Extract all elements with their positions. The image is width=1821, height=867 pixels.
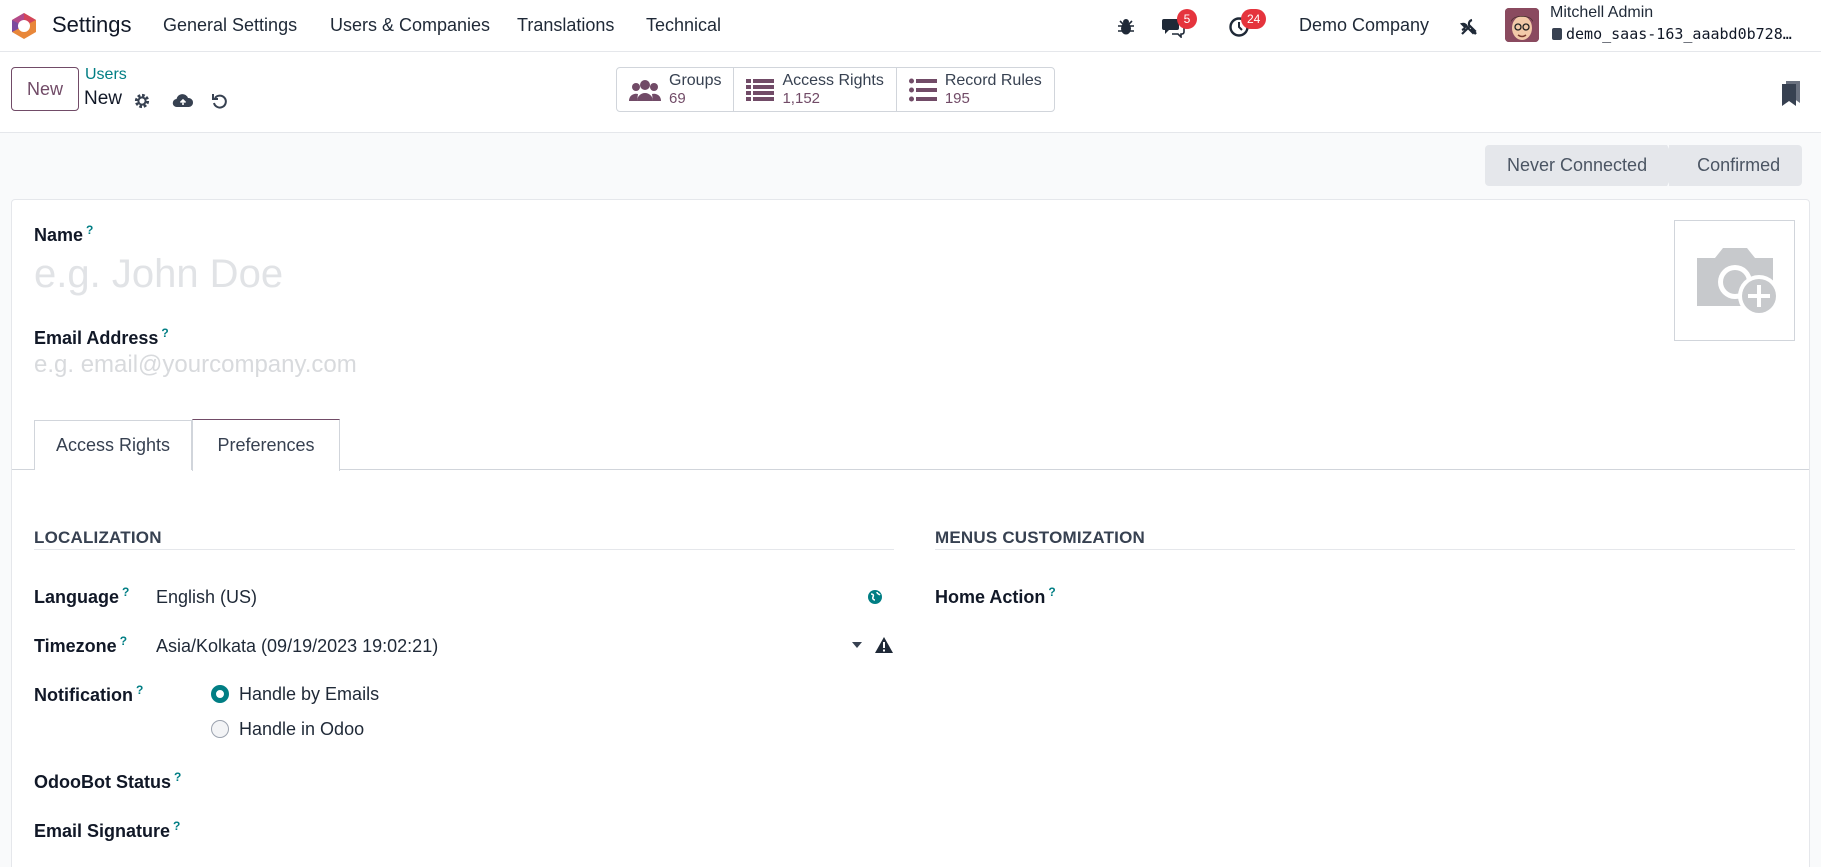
camera-add-icon [1696, 247, 1780, 317]
email-label-text: Email Address [34, 328, 159, 348]
menus-customization-divider [935, 549, 1795, 550]
breadcrumb-current: New [84, 88, 123, 109]
access-rights-count: 1,152 [782, 89, 821, 107]
notification-label: Notification? [34, 683, 143, 706]
menu-users-companies[interactable]: Users & Companies [330, 15, 490, 36]
discard-undo-icon[interactable] [208, 89, 232, 113]
app-title[interactable]: Settings [52, 12, 132, 38]
help-tooltip-icon[interactable]: ? [122, 585, 129, 599]
menu-technical[interactable]: Technical [646, 15, 721, 36]
email-input[interactable] [34, 350, 834, 380]
save-cloud-icon[interactable] [171, 89, 195, 113]
odoo-app-icon[interactable] [10, 12, 38, 40]
home-action-label: Home Action? [935, 585, 1056, 608]
help-tooltip-icon[interactable]: ? [174, 770, 181, 784]
list-icon [746, 78, 775, 101]
notification-email-label[interactable]: Handle by Emails [239, 684, 379, 705]
access-rights-label: Access Rights [782, 71, 884, 89]
smart-buttons: Groups 69 Access Rights 1,152 Record Rul… [616, 67, 1055, 112]
globe-icon[interactable] [867, 589, 883, 605]
users-icon [629, 79, 661, 101]
help-tooltip-icon[interactable]: ? [1048, 585, 1055, 599]
language-label: Language? [34, 585, 129, 608]
notification-email-radio[interactable] [211, 685, 229, 703]
timezone-label: Timezone? [34, 634, 127, 657]
access-rights-smart-button[interactable]: Access Rights 1,152 [734, 68, 897, 111]
email-label: Email Address? [34, 326, 169, 349]
breadcrumb-users[interactable]: Users [85, 66, 127, 84]
messages-count-badge: 5 [1177, 9, 1197, 29]
chatter-bookmark-icon[interactable] [1780, 80, 1802, 106]
menu-translations[interactable]: Translations [517, 15, 614, 36]
help-tooltip-icon[interactable]: ? [173, 819, 180, 833]
name-label-text: Name [34, 225, 84, 245]
tab-preferences[interactable]: Preferences [192, 419, 340, 471]
stage-confirmed[interactable]: Confirmed [1669, 145, 1803, 186]
record-rules-count: 195 [944, 89, 970, 107]
activities-count-badge: 24 [1241, 9, 1267, 29]
form-sheet: Name? Email Address? Access Rights Prefe… [11, 199, 1810, 867]
warning-icon [874, 636, 894, 656]
chevron-down-icon[interactable] [852, 642, 862, 648]
photo-upload[interactable] [1674, 220, 1795, 341]
tab-access-rights[interactable]: Access Rights [34, 420, 192, 470]
record-rules-label: Record Rules [944, 71, 1042, 89]
email-signature-label: Email Signature? [34, 819, 180, 842]
language-label-text: Language [34, 587, 120, 607]
name-input[interactable] [34, 250, 1634, 298]
help-tooltip-icon[interactable]: ? [136, 683, 143, 697]
list-icon [908, 78, 937, 101]
gear-icon[interactable] [130, 89, 154, 113]
groups-count: 69 [669, 89, 686, 107]
notification-odoo-label[interactable]: Handle in Odoo [239, 719, 364, 740]
notification-odoo-radio[interactable] [211, 720, 229, 738]
groups-smart-button[interactable]: Groups 69 [617, 68, 735, 111]
user-name[interactable]: Mitchell Admin [1550, 4, 1653, 22]
email-signature-label-text: Email Signature [34, 821, 171, 841]
localization-divider [34, 549, 894, 550]
new-button[interactable]: New [11, 67, 79, 111]
help-tooltip-icon[interactable]: ? [120, 634, 127, 648]
control-panel: New Users New Groups 69 Access Rights 1,… [0, 52, 1821, 133]
timezone-label-text: Timezone [34, 636, 117, 656]
tools-icon[interactable] [1456, 14, 1482, 40]
odoobot-status-label: OdooBot Status? [34, 770, 181, 793]
name-label: Name? [34, 223, 93, 246]
user-avatar[interactable] [1505, 8, 1539, 42]
notebook-tabs: Access Rights Preferences [12, 419, 1809, 471]
help-tooltip-icon[interactable]: ? [86, 223, 93, 237]
status-bar: Never Connected Confirmed [1485, 145, 1803, 186]
menu-general-settings[interactable]: General Settings [163, 15, 297, 36]
stage-never-connected[interactable]: Never Connected [1485, 145, 1677, 186]
database-label: demo_saas-163_aaabd0b728… [1566, 25, 1792, 43]
debug-bug-icon[interactable] [1113, 14, 1139, 40]
notification-label-text: Notification [34, 685, 133, 705]
database-icon [1552, 28, 1562, 40]
help-tooltip-icon[interactable]: ? [161, 326, 168, 340]
home-action-label-text: Home Action [935, 587, 1046, 607]
record-rules-smart-button[interactable]: Record Rules 195 [897, 68, 1054, 111]
language-field[interactable]: English (US) [156, 587, 257, 608]
top-navbar: Settings General Settings Users & Compan… [0, 0, 1821, 52]
localization-title: LOCALIZATION [34, 528, 162, 547]
groups-label: Groups [669, 71, 722, 89]
menus-customization-title: MENUS CUSTOMIZATION [935, 528, 1145, 547]
timezone-field[interactable]: Asia/Kolkata (09/19/2023 19:02:21) [156, 636, 438, 657]
database-name: demo_saas-163_aaabd0b728… [1552, 25, 1817, 43]
odoobot-status-label-text: OdooBot Status [34, 772, 171, 792]
company-switcher[interactable]: Demo Company [1299, 15, 1429, 36]
